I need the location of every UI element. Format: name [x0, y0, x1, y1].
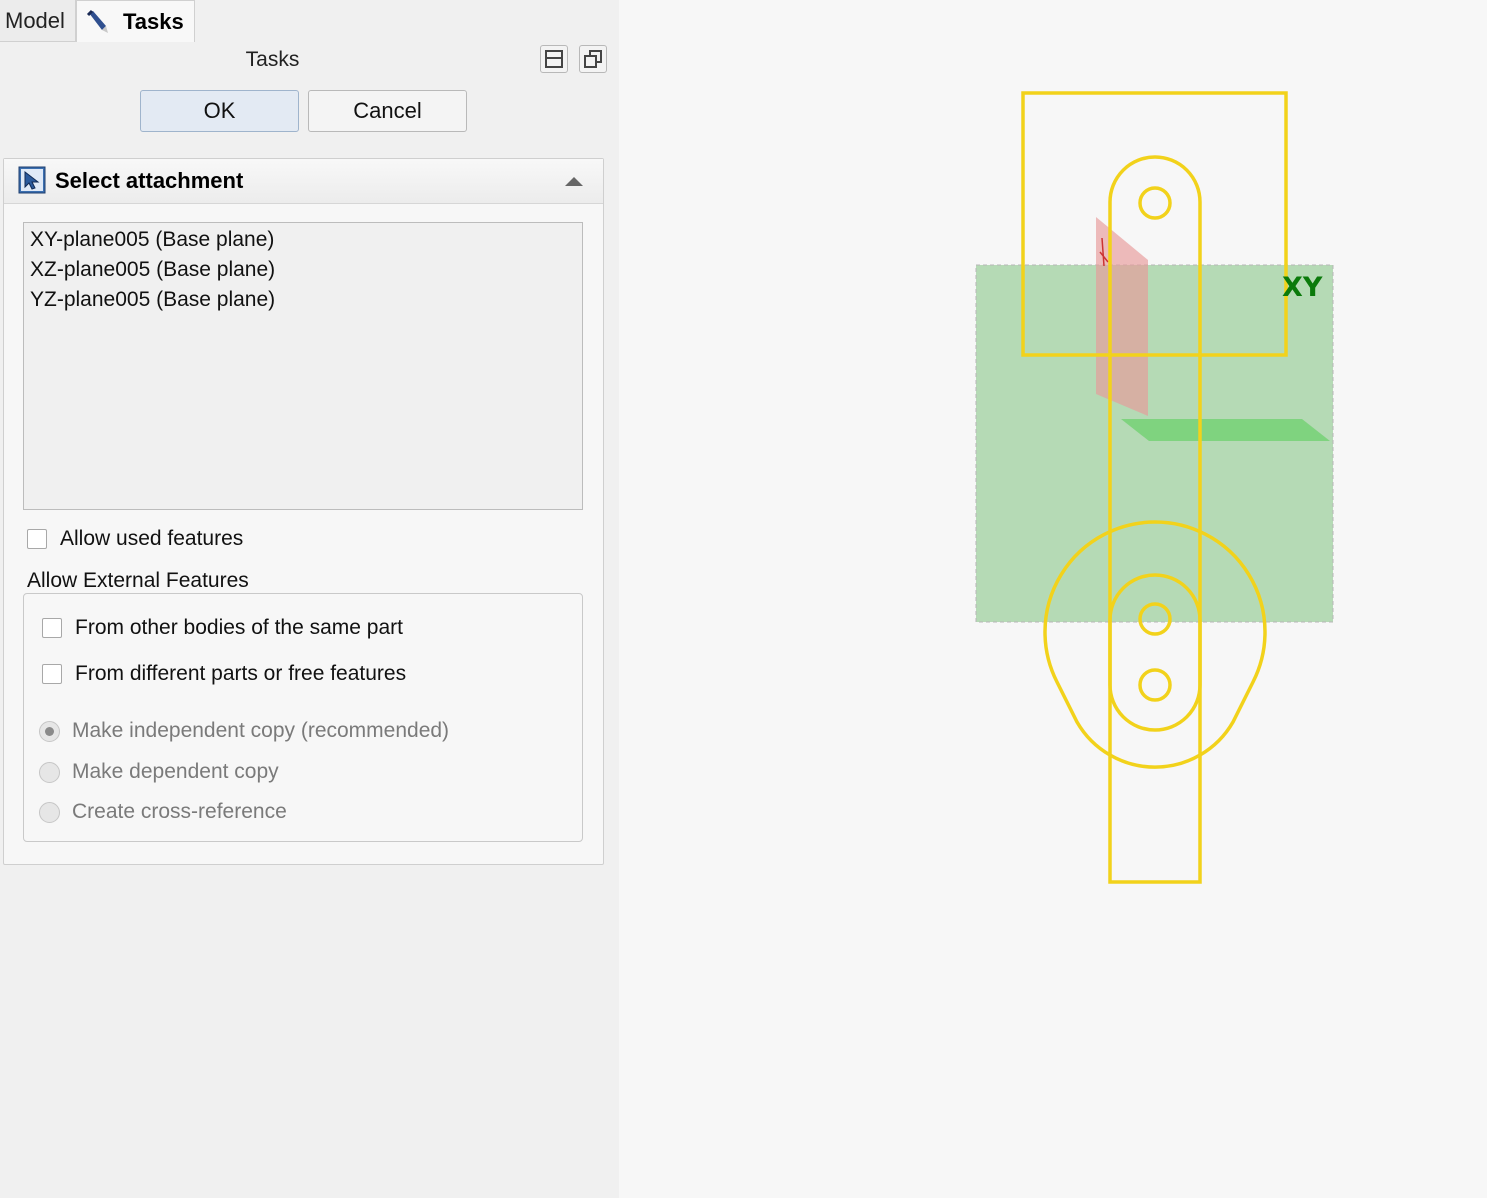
list-item[interactable]: YZ-plane005 (Base plane)	[30, 288, 275, 312]
task-panel: Model Tasks Tasks OK Cancel Select attac…	[0, 0, 619, 1198]
independent-copy-radio[interactable]	[39, 721, 60, 742]
restore-icon	[584, 50, 602, 68]
ok-button[interactable]: OK	[140, 90, 299, 132]
dock-button[interactable]	[540, 45, 568, 73]
independent-copy-label: Make independent copy (recommended)	[72, 719, 450, 742]
allow-used-label: Allow used features	[60, 527, 244, 550]
select-attachment-box: Select attachment XY-plane005 (Base plan…	[3, 158, 604, 865]
different-parts-checkbox[interactable]	[42, 664, 62, 684]
external-features-group: From other bodies of the same part From …	[23, 593, 583, 842]
other-bodies-checkbox[interactable]	[42, 618, 62, 638]
other-bodies-label: From other bodies of the same part	[75, 616, 403, 639]
section-title: Select attachment	[55, 168, 244, 193]
xy-plane[interactable]	[975, 264, 1334, 623]
dependent-copy-label: Make dependent copy	[72, 760, 279, 783]
select-cursor-icon	[18, 166, 46, 194]
allow-used-checkbox[interactable]	[27, 529, 47, 549]
xy-plane-label: XY	[1282, 272, 1323, 303]
float-button[interactable]	[579, 45, 607, 73]
chevron-up-icon[interactable]	[564, 175, 584, 187]
tab-tasks-label: Tasks	[123, 9, 184, 34]
cross-reference-label: Create cross-reference	[72, 800, 287, 823]
list-item[interactable]: XZ-plane005 (Base plane)	[30, 258, 275, 282]
xz-plane[interactable]	[1121, 419, 1330, 441]
dock-icon	[545, 50, 563, 68]
attachment-list[interactable]: XY-plane005 (Base plane) XZ-plane005 (Ba…	[23, 222, 583, 510]
list-item[interactable]: XY-plane005 (Base plane)	[30, 228, 274, 252]
tab-bar: Model Tasks	[0, 0, 619, 42]
external-features-title: Allow External Features	[27, 569, 253, 593]
yz-plane[interactable]	[1096, 217, 1148, 416]
tab-model[interactable]: Model	[0, 0, 76, 42]
cross-reference-radio[interactable]	[39, 802, 60, 823]
tab-tasks[interactable]: Tasks	[76, 0, 195, 42]
dependent-copy-radio[interactable]	[39, 762, 60, 783]
scene	[975, 91, 1334, 884]
select-attachment-header[interactable]: Select attachment	[4, 159, 603, 204]
panel-title: Tasks	[245, 48, 300, 71]
pencil-icon	[86, 9, 108, 33]
cancel-button[interactable]: Cancel	[308, 90, 467, 132]
3d-viewport[interactable]: XY	[619, 0, 1487, 1198]
different-parts-label: From different parts or free features	[75, 662, 407, 685]
